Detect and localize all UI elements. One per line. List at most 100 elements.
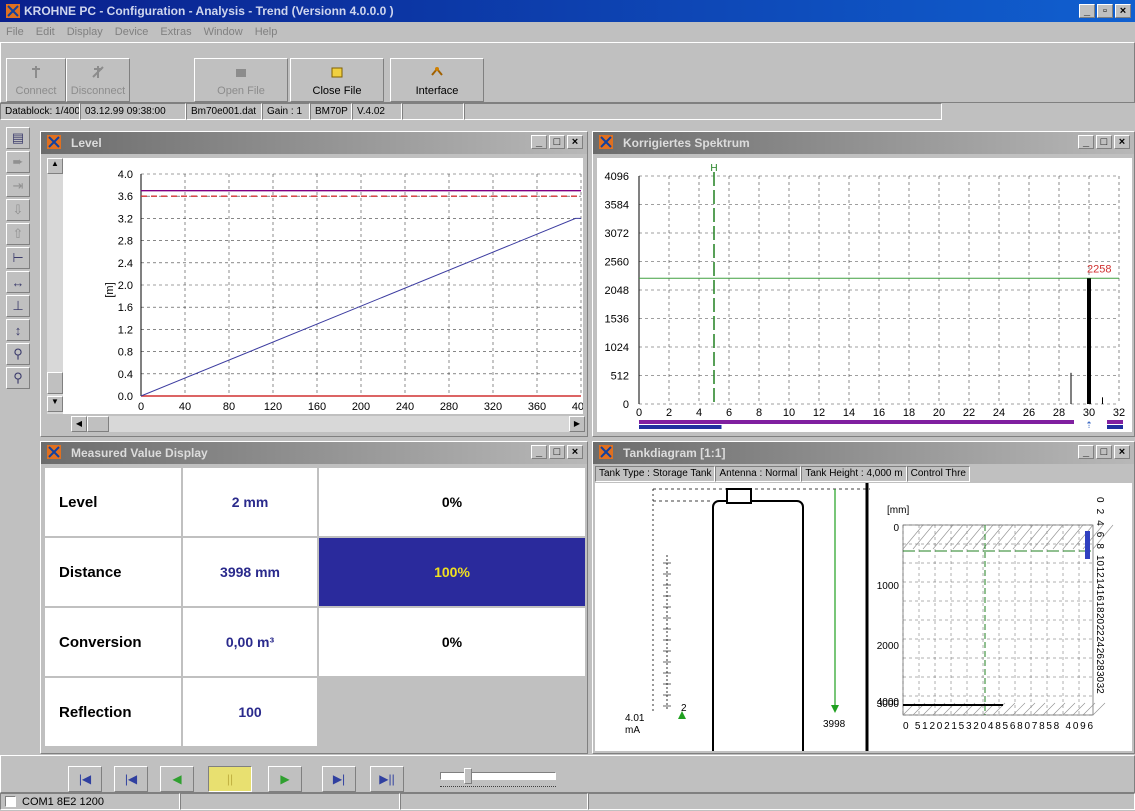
tank-maximize-button[interactable]: □ [1096, 445, 1112, 459]
level-vscrollbar[interactable]: ▲ ▼ [47, 158, 63, 414]
scroll-left-icon[interactable]: ◀ [71, 416, 87, 432]
measured-maximize-button[interactable]: □ [549, 445, 565, 459]
down-tool-button[interactable]: ⇩ [6, 199, 30, 221]
open-file-button[interactable]: Open File [194, 58, 288, 102]
step-tool-button[interactable]: ⇥ [6, 175, 30, 197]
level-minimize-button[interactable]: _ [531, 135, 547, 149]
slider-ticks [440, 786, 556, 790]
x-tick-label: 18 [903, 407, 915, 419]
prev-button[interactable]: |◀ [114, 766, 148, 792]
scroll-thumb[interactable] [47, 372, 63, 394]
level-close-button[interactable]: × [567, 135, 583, 149]
menu-device[interactable]: Device [115, 26, 149, 38]
x-tick-label: 26 [1023, 407, 1035, 419]
status-cell-2 [180, 793, 400, 810]
h-measure-button[interactable]: ⊢ [6, 247, 30, 269]
y-tick-label: 2560 [605, 257, 629, 269]
interface-button[interactable]: Interface [390, 58, 484, 102]
measured-minimize-button[interactable]: _ [531, 445, 547, 459]
connect-button[interactable]: Connect [6, 58, 66, 102]
restore-button[interactable]: ▫ [1097, 4, 1113, 18]
minimize-button[interactable]: _ [1079, 4, 1095, 18]
antenna-label: Antenna : Normal [715, 466, 802, 482]
mini-right-tick-label: 32 [1094, 683, 1105, 695]
measured-row-label: Level [45, 468, 181, 536]
left-tool-strip: ▤ ➨ ⇥ ⇩ ⇧ ⊢ ↔ ⊥ ↕ ⚲ ⚲ [6, 127, 32, 427]
tank-type-label: Tank Type : Storage Tank [595, 466, 716, 482]
hscroll-thumb[interactable] [87, 416, 109, 432]
level-window: Level _ □ × ▲ ▼ 0 40 80 120 160 200 240 280 320 3… [40, 131, 590, 437]
document-icon: ▤ [11, 130, 25, 145]
level-maximize-button[interactable]: □ [549, 135, 565, 149]
x-tick-label: 8 [756, 407, 762, 419]
slider-track [440, 772, 556, 780]
mini-right-tick-label: 22 [1094, 625, 1105, 637]
speed-slider[interactable] [436, 766, 560, 794]
measured-row-value: 2 mm [183, 468, 317, 536]
spectrum-close-button[interactable]: × [1114, 135, 1130, 149]
menu-bar: File Edit Display Device Extras Window H… [0, 22, 1135, 42]
info-empty-2 [464, 103, 942, 120]
version-label: V.4.02 [352, 103, 402, 120]
measured-row-label: Reflection [45, 678, 181, 746]
y-tick-label: 3584 [605, 200, 629, 212]
port-status: COM1 8E2 1200 [0, 793, 180, 810]
close-file-icon [331, 67, 343, 78]
scroll-up-icon[interactable]: ▲ [47, 158, 63, 174]
tank-minimize-button[interactable]: _ [1078, 445, 1094, 459]
pause-button[interactable]: || [208, 766, 252, 792]
play-icon: ▶ [280, 772, 290, 786]
port-checkbox-icon[interactable] [5, 796, 16, 807]
measured-row-value: 0,00 m³ [183, 608, 317, 676]
measured-row-percent: 0% [319, 608, 585, 676]
v-measure-button[interactable]: ⊥ [6, 295, 30, 317]
spectrum-window-title: Korrigiertes Spektrum [623, 136, 750, 150]
mini-right-tick-label: 24 [1094, 636, 1105, 648]
spectrum-minimize-button[interactable]: _ [1078, 135, 1094, 149]
x-tick-label: 20 [933, 407, 945, 419]
mini-right-tick-label: 12 [1094, 567, 1105, 579]
level-hscrollbar[interactable]: ◀ ▶ [71, 416, 585, 432]
zoom-in-button[interactable]: ⚲ [6, 343, 30, 365]
menu-file[interactable]: File [6, 26, 24, 38]
measured-row-label: Distance [45, 538, 181, 606]
range-bar-blue [639, 425, 722, 429]
play-button[interactable]: ▶ [268, 766, 302, 792]
y-tick-label: 3.2 [118, 213, 133, 225]
menu-window[interactable]: Window [204, 26, 243, 38]
measured-row-label: Conversion [45, 608, 181, 676]
range-bar-purple [639, 420, 1074, 424]
timestamp-label: 03.12.99 09:38:00 [80, 103, 186, 120]
scroll-right-icon[interactable]: ▶ [569, 416, 585, 432]
measured-close-button[interactable]: × [567, 445, 583, 459]
zoom-out-button[interactable]: ⚲ [6, 367, 30, 389]
forward-tool-button[interactable]: ➨ [6, 151, 30, 173]
tank-close-button[interactable]: × [1114, 445, 1130, 459]
h-zoom-button[interactable]: ↔ [6, 271, 30, 293]
arrow-right-icon: ➨ [12, 154, 24, 169]
first-button[interactable]: |◀ [68, 766, 102, 792]
range-end-marker [1107, 420, 1123, 424]
slider-thumb[interactable] [464, 768, 472, 784]
mini-right-tick-label: 30 [1094, 671, 1105, 683]
measured-value-window: Measured Value Display _ □ × Level 2 mm 0%… [40, 441, 588, 754]
menu-edit[interactable]: Edit [36, 26, 55, 38]
menu-help[interactable]: Help [255, 26, 278, 38]
v-zoom-button[interactable]: ↕ [6, 319, 30, 341]
close-button[interactable]: × [1115, 4, 1131, 18]
next-button[interactable]: ▶| [322, 766, 356, 792]
doc-tool-button[interactable]: ▤ [6, 127, 30, 149]
up-tool-button[interactable]: ⇧ [6, 223, 30, 245]
menu-display[interactable]: Display [67, 26, 103, 38]
last-button[interactable]: ▶|| [370, 766, 404, 792]
arrow-up-icon: ⇧ [12, 226, 24, 241]
disconnect-button[interactable]: Disconnect [66, 58, 130, 102]
close-file-button[interactable]: Close File [290, 58, 384, 102]
play-back-button[interactable]: ◀ [160, 766, 194, 792]
x-tick-label: 2 [666, 407, 672, 419]
spectrum-maximize-button[interactable]: □ [1096, 135, 1112, 149]
scroll-down-icon[interactable]: ▼ [47, 396, 63, 412]
range-marker-label: H [710, 163, 717, 174]
x-tick-label: 32 [1113, 407, 1125, 419]
menu-extras[interactable]: Extras [160, 26, 191, 38]
